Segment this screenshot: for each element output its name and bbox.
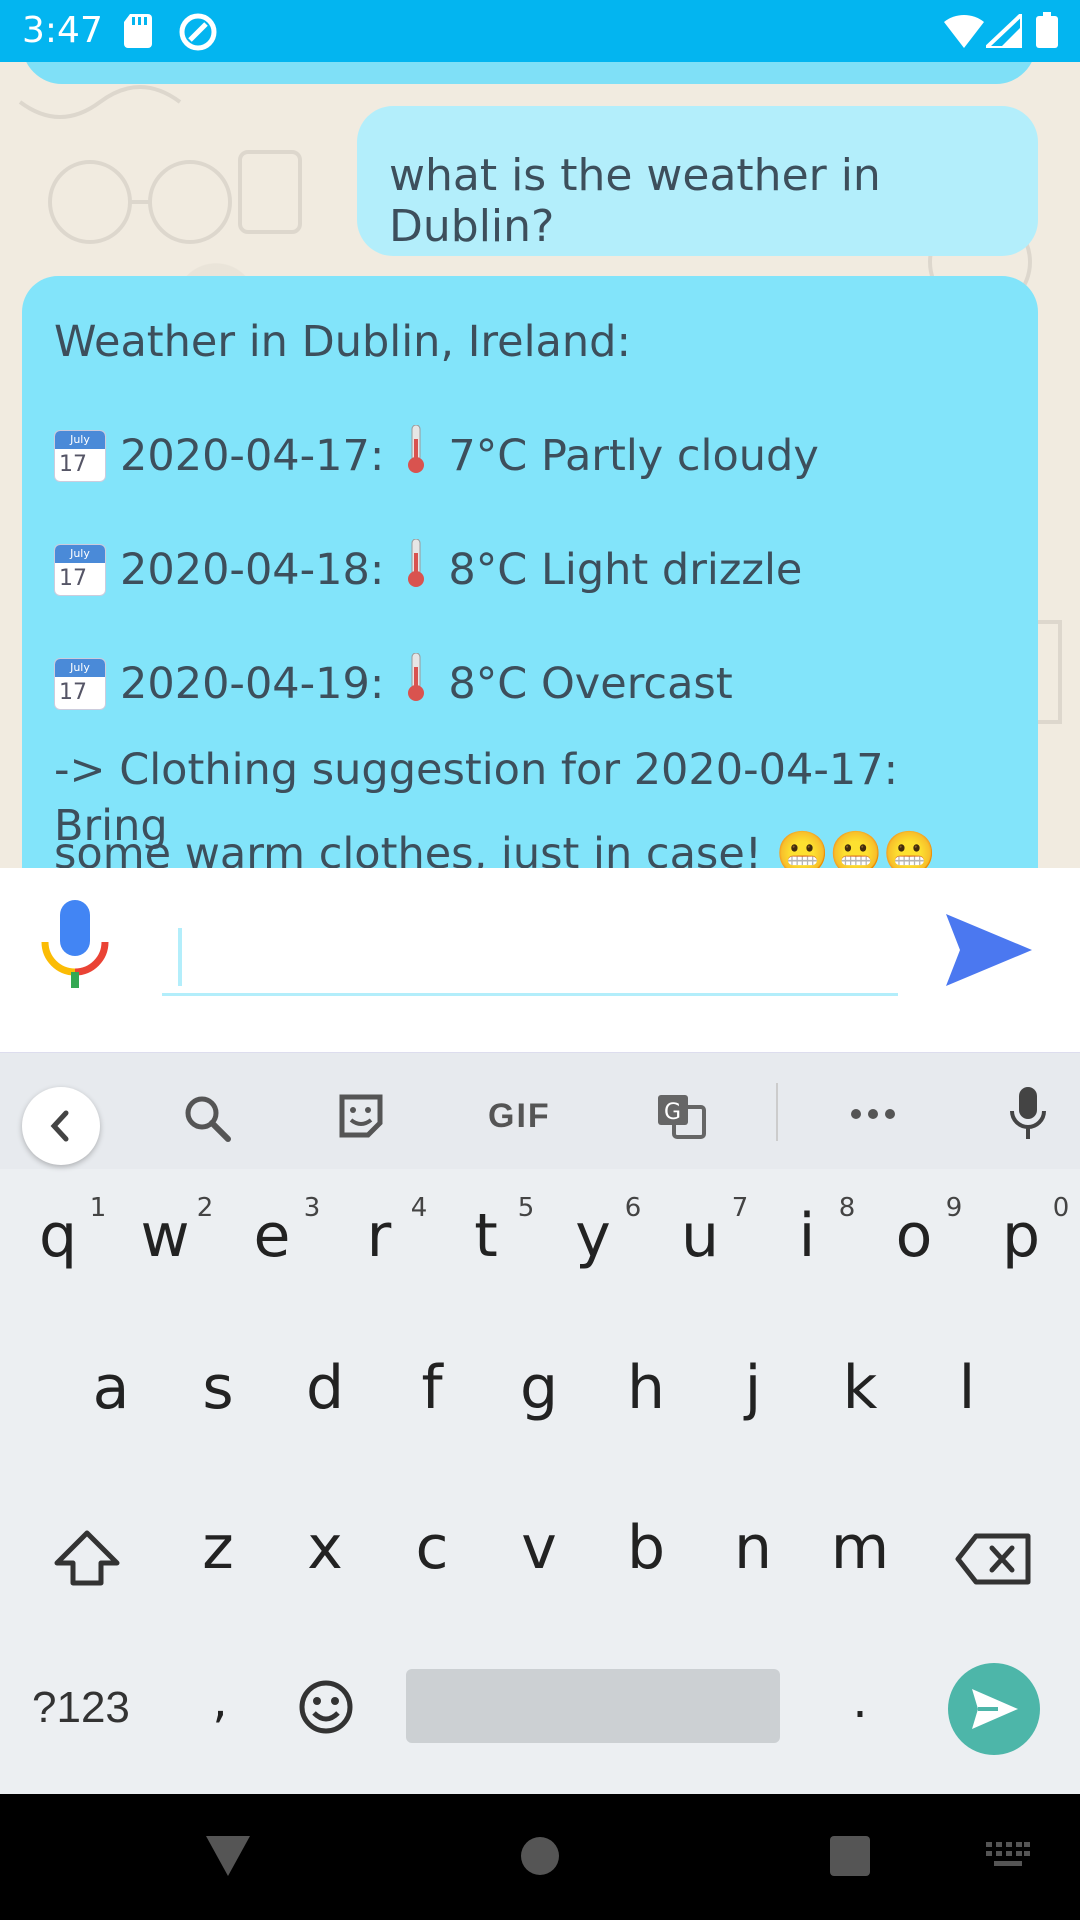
chevron-left-icon bbox=[50, 1110, 69, 1142]
emoji-icon[interactable] bbox=[276, 1677, 376, 1752]
key-k[interactable]: k bbox=[810, 1353, 910, 1423]
forecast-detail: 8°C Light drizzle bbox=[448, 545, 803, 595]
key-j[interactable]: j bbox=[703, 1353, 803, 1423]
key-s[interactable]: s bbox=[168, 1353, 268, 1423]
key-h[interactable]: h bbox=[596, 1353, 696, 1423]
text-cursor bbox=[178, 928, 182, 986]
clothing-suggestion-cont: some warm clothes, just in case! 😬😬😬 bbox=[54, 829, 937, 868]
key-f[interactable]: f bbox=[382, 1353, 482, 1423]
symbols-key[interactable]: ?123 bbox=[32, 1683, 130, 1733]
send-arrow-icon bbox=[972, 1689, 1018, 1729]
user-message-bubble: what is the weather in Dublin? bbox=[357, 106, 1038, 256]
key-b[interactable]: b bbox=[596, 1513, 696, 1583]
forecast-row: July 17 2020-04-18: 8°C Light drizzle bbox=[54, 538, 1006, 601]
key-l[interactable]: l bbox=[917, 1353, 1017, 1423]
previous-message-bubble bbox=[22, 62, 1036, 84]
key-d[interactable]: d bbox=[275, 1353, 375, 1423]
comma-key[interactable]: , bbox=[170, 1673, 270, 1729]
user-message-text: what is the weather in Dublin? bbox=[389, 150, 881, 252]
forecast-date: 2020-04-18: bbox=[120, 545, 385, 595]
gif-button[interactable]: GIF bbox=[488, 1097, 551, 1136]
keyboard-toolbar: GIF G bbox=[0, 1053, 1080, 1169]
key-v[interactable]: v bbox=[489, 1513, 589, 1583]
home-icon[interactable] bbox=[520, 1836, 560, 1881]
weather-title: Weather in Dublin, Ireland: bbox=[54, 317, 631, 367]
key-hint: 8 bbox=[838, 1193, 856, 1223]
clothing-suggestion: -> Clothing suggestion for 2020-04-17: B… bbox=[54, 745, 899, 851]
key-g[interactable]: g bbox=[489, 1353, 589, 1423]
translate-icon[interactable]: G bbox=[656, 1093, 706, 1144]
svg-text:G: G bbox=[664, 1100, 681, 1125]
forecast-date: 2020-04-19: bbox=[120, 659, 385, 709]
key-hint: 0 bbox=[1052, 1193, 1070, 1223]
sync-icon bbox=[178, 12, 218, 57]
message-input[interactable] bbox=[162, 920, 898, 996]
period-key[interactable]: . bbox=[810, 1673, 910, 1729]
key-hint: 4 bbox=[410, 1193, 428, 1223]
battery-icon bbox=[1036, 12, 1058, 53]
calendar-icon: July 17 bbox=[54, 430, 106, 482]
key-n[interactable]: n bbox=[703, 1513, 803, 1583]
thermometer-icon bbox=[406, 424, 426, 487]
key-hint: 1 bbox=[89, 1193, 107, 1223]
toolbar-divider bbox=[776, 1083, 778, 1141]
navigation-bar bbox=[0, 1794, 1080, 1920]
thermometer-icon bbox=[406, 538, 426, 601]
more-icon[interactable] bbox=[850, 1107, 896, 1125]
backspace-icon[interactable] bbox=[944, 1531, 1044, 1601]
keyboard-mic-icon[interactable] bbox=[1010, 1087, 1046, 1144]
key-hint: 6 bbox=[624, 1193, 642, 1223]
key-x[interactable]: x bbox=[275, 1513, 375, 1583]
voice-input-mic-icon[interactable] bbox=[40, 900, 110, 995]
sd-card-icon bbox=[124, 14, 154, 53]
bot-message-bubble: Weather in Dublin, Ireland: July 17 2020-… bbox=[22, 276, 1038, 868]
back-icon[interactable] bbox=[206, 1836, 250, 1881]
keyboard-send-button[interactable] bbox=[948, 1663, 1040, 1755]
key-c[interactable]: c bbox=[382, 1513, 482, 1583]
signal-icon bbox=[980, 9, 1024, 53]
forecast-detail: 7°C Partly cloudy bbox=[448, 431, 819, 481]
calendar-icon: July 17 bbox=[54, 544, 106, 596]
status-bar: 3:47 bbox=[0, 0, 1080, 62]
forecast-date: 2020-04-17: bbox=[120, 431, 385, 481]
forecast-row: July 17 2020-04-19: 8°C Overcast bbox=[54, 652, 1006, 715]
keyboard-switch-icon[interactable] bbox=[986, 1842, 1030, 1873]
key-hint: 2 bbox=[196, 1193, 214, 1223]
recents-icon[interactable] bbox=[830, 1836, 870, 1881]
soft-keyboard: GIF G q1w2e3r4t5y6u7i8o9p0 asdfghjkl zxc… bbox=[0, 1052, 1080, 1794]
calendar-icon: July 17 bbox=[54, 658, 106, 710]
send-icon[interactable] bbox=[944, 910, 1034, 995]
key-hint: 9 bbox=[945, 1193, 963, 1223]
thermometer-icon bbox=[406, 652, 426, 715]
key-m[interactable]: m bbox=[810, 1513, 910, 1583]
sticker-icon[interactable] bbox=[338, 1093, 384, 1144]
forecast-detail: 8°C Overcast bbox=[448, 659, 733, 709]
key-a[interactable]: a bbox=[61, 1353, 161, 1423]
key-hint: 7 bbox=[731, 1193, 749, 1223]
forecast-row: July 17 2020-04-17: 7°C Partly cloudy bbox=[54, 424, 1006, 487]
wifi-icon bbox=[944, 14, 984, 53]
search-icon[interactable] bbox=[182, 1093, 232, 1148]
chat-area[interactable]: what is the weather in Dublin? Weather i… bbox=[0, 62, 1080, 868]
shift-key[interactable] bbox=[32, 1527, 142, 1602]
space-bar[interactable] bbox=[406, 1669, 780, 1743]
key-z[interactable]: z bbox=[168, 1513, 268, 1583]
key-hint: 5 bbox=[517, 1193, 535, 1223]
key-hint: 3 bbox=[303, 1193, 321, 1223]
collapse-toolbar-button[interactable] bbox=[22, 1087, 100, 1165]
status-time: 3:47 bbox=[22, 10, 103, 51]
